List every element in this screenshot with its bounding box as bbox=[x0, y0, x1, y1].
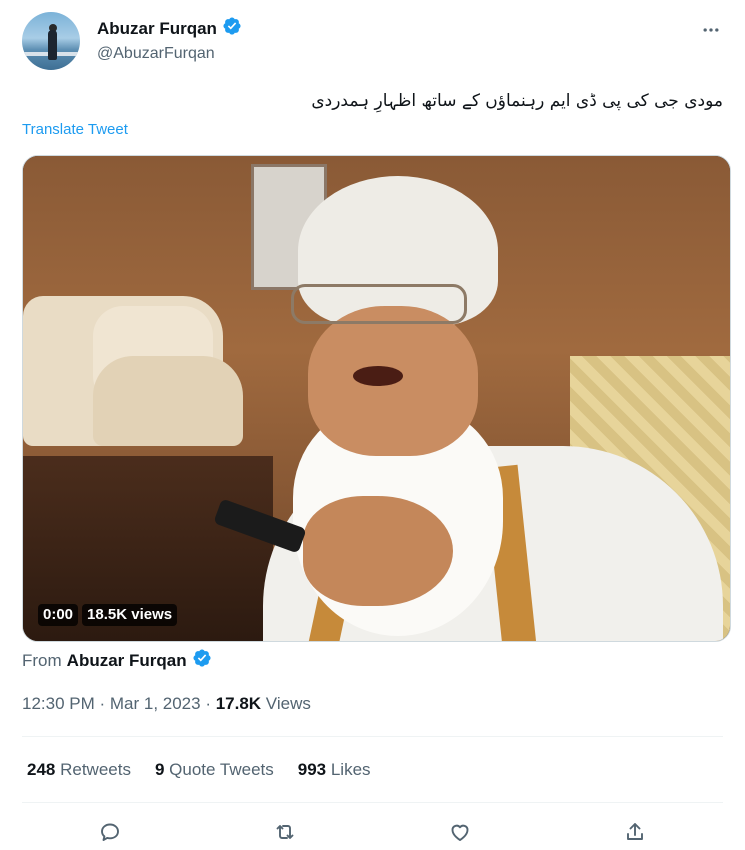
from-prefix: From bbox=[22, 650, 62, 670]
avatar-figure bbox=[48, 30, 57, 60]
video-player[interactable]: 0:00 18.5K views bbox=[22, 155, 731, 642]
action-bar bbox=[22, 814, 723, 850]
views-label: Views bbox=[261, 694, 311, 713]
avatar[interactable] bbox=[22, 12, 80, 70]
verified-badge-icon bbox=[192, 648, 212, 673]
likes-stat[interactable]: 993 Likes bbox=[298, 760, 371, 780]
retweets-stat[interactable]: 248 Retweets bbox=[27, 760, 131, 780]
thumbnail-glasses bbox=[291, 284, 467, 324]
thumbnail-sofa-arm bbox=[93, 356, 243, 446]
quotes-stat[interactable]: 9 Quote Tweets bbox=[155, 760, 274, 780]
author-names: Abuzar Furqan @AbuzarFurqan bbox=[97, 16, 242, 63]
video-overlay: 0:00 18.5K views bbox=[38, 604, 178, 626]
retweets-count: 248 bbox=[27, 760, 56, 779]
author-display-name[interactable]: Abuzar Furqan bbox=[97, 19, 217, 39]
tweet-timestamp[interactable]: 12:30 PM · Mar 1, 2023 · bbox=[22, 694, 216, 713]
like-icon[interactable] bbox=[440, 814, 480, 850]
divider bbox=[22, 736, 723, 737]
video-thumbnail bbox=[23, 156, 730, 641]
video-views: 18.5K views bbox=[82, 604, 178, 626]
tweet-meta: 12:30 PM · Mar 1, 2023 · 17.8K Views bbox=[22, 694, 311, 714]
reply-icon[interactable] bbox=[90, 814, 130, 850]
author-handle[interactable]: @AbuzarFurqan bbox=[97, 45, 242, 63]
divider bbox=[22, 802, 723, 803]
views-count: 17.8K bbox=[215, 694, 262, 713]
more-options-icon[interactable] bbox=[699, 18, 723, 42]
thumbnail-mouth bbox=[353, 366, 403, 386]
retweets-label: Retweets bbox=[55, 760, 131, 779]
from-name[interactable]: Abuzar Furqan bbox=[67, 651, 187, 671]
share-icon[interactable] bbox=[615, 814, 655, 850]
quotes-label: Quote Tweets bbox=[164, 760, 274, 779]
retweet-icon[interactable] bbox=[265, 814, 305, 850]
video-time: 0:00 bbox=[38, 604, 79, 626]
likes-count: 993 bbox=[297, 760, 327, 779]
likes-label: Likes bbox=[326, 760, 371, 779]
engagement-stats: 248 Retweets 9 Quote Tweets 993 Likes bbox=[27, 760, 371, 780]
translate-tweet-link[interactable]: Translate Tweet bbox=[22, 121, 128, 138]
verified-badge-icon bbox=[222, 16, 242, 41]
tweet-text: مودی جی کی پی ڈی ایم رہنماؤں کے ساتھ اظہ… bbox=[311, 91, 723, 111]
display-name-row: Abuzar Furqan bbox=[97, 16, 242, 41]
thumbnail-hand bbox=[303, 496, 453, 606]
tweet-header: Abuzar Furqan @AbuzarFurqan bbox=[22, 12, 723, 72]
video-source: From Abuzar Furqan bbox=[22, 648, 212, 673]
